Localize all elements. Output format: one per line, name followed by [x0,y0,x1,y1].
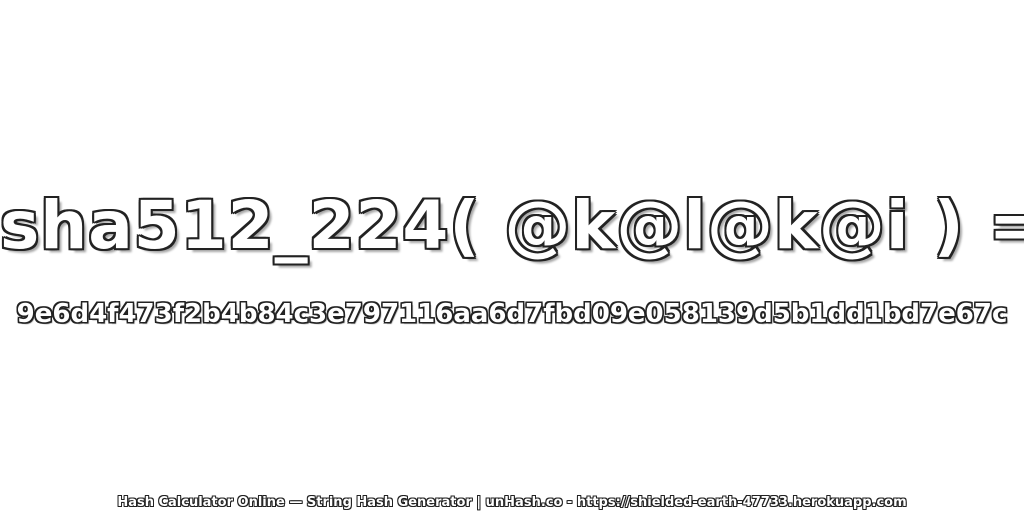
hash-image-canvas: sha512_224( @k@l@k@i ) = 9e6d4f473f2b4b8… [0,0,1024,512]
hash-value: 9e6d4f473f2b4b84c3e797116aa6d7fbd09e0581… [16,299,1008,329]
footer-credit: Hash Calculator Online — String Hash Gen… [117,495,907,510]
hash-expression: sha512_224( @k@l@k@i ) = [0,187,1024,264]
